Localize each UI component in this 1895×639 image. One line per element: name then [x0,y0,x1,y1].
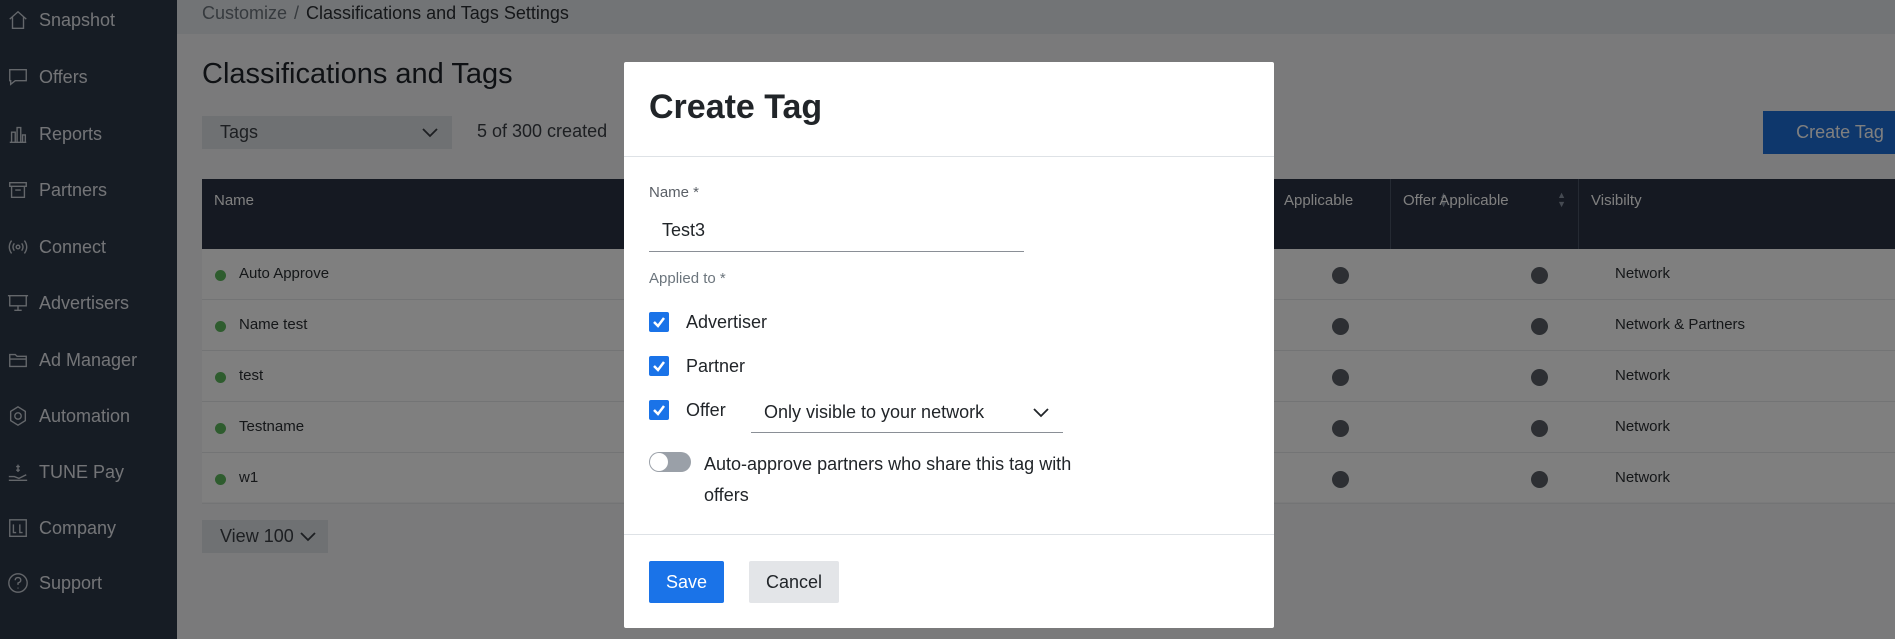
check-icon [653,361,665,372]
check-icon [653,317,665,328]
auto-approve-label: Auto-approve partners who share this tag… [704,454,1072,505]
toggle-knob [650,453,668,471]
partner-checkbox[interactable] [649,356,669,376]
cancel-button[interactable]: Cancel [749,561,839,603]
offer-visibility-select[interactable]: Only visible to your network [751,392,1063,433]
offer-label: Offer [686,399,726,420]
save-button[interactable]: Save [649,561,724,603]
offer-option[interactable]: Offer [649,397,726,423]
divider [624,156,1274,157]
applied-to-label: Applied to * [649,270,726,287]
partner-option[interactable]: Partner [649,353,745,379]
advertiser-label: Advertiser [686,311,768,332]
create-tag-modal: Create Tag Name * Applied to * Advertise… [624,62,1274,628]
offer-visibility-value: Only visible to your network [764,401,985,422]
partner-label: Partner [686,355,746,376]
check-icon [653,405,665,416]
auto-approve-toggle[interactable] [649,452,691,472]
advertiser-checkbox[interactable] [649,312,669,332]
name-label: Name * [649,184,700,201]
offer-checkbox[interactable] [649,400,669,420]
divider [624,534,1274,535]
name-input[interactable] [649,210,1024,252]
chevron-down-icon [1033,402,1049,423]
advertiser-option[interactable]: Advertiser [649,309,767,335]
modal-title: Create Tag [649,88,823,126]
